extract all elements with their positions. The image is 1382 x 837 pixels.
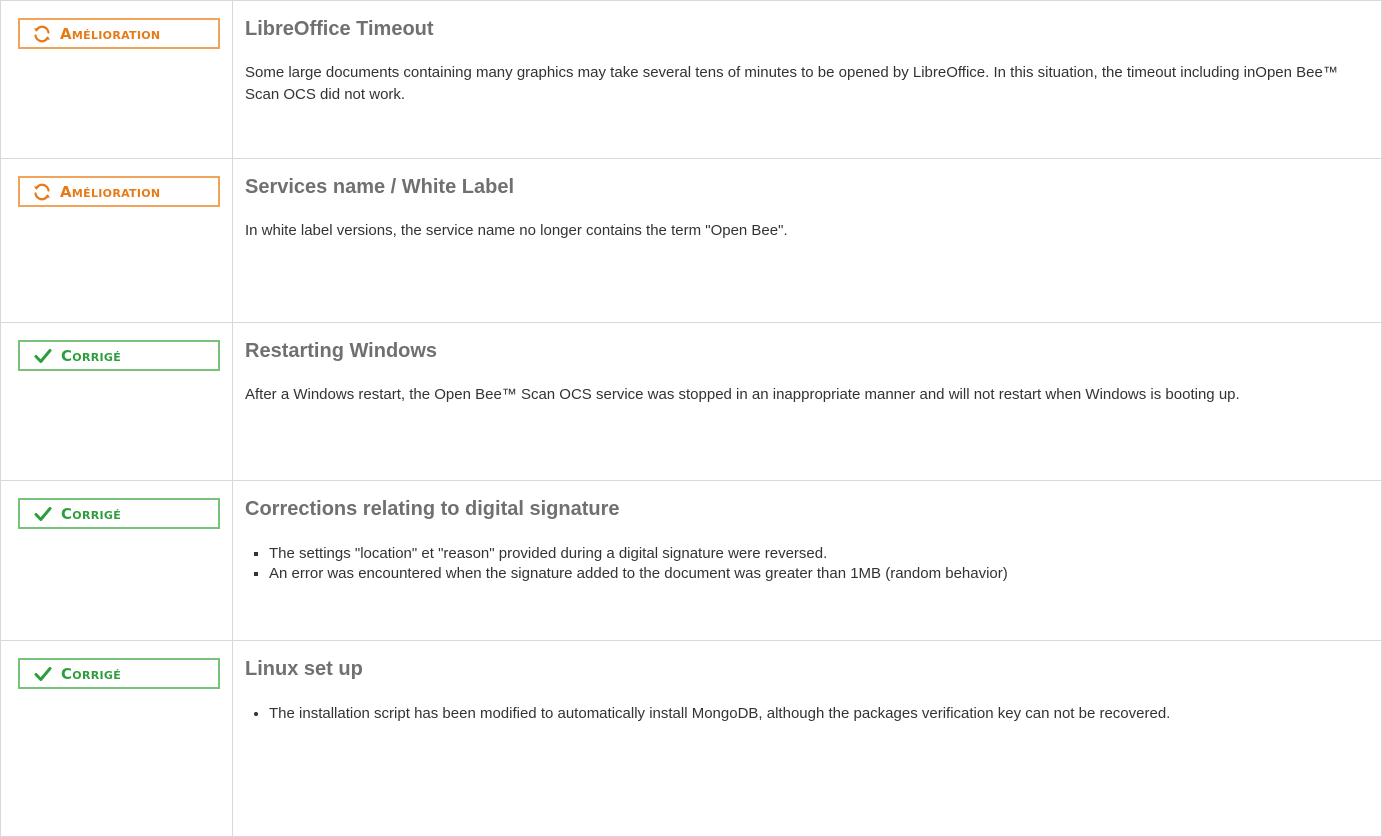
improvement-badge: Amélioration (18, 18, 220, 49)
release-note-row: Amélioration LibreOffice Timeout Some la… (0, 0, 1382, 159)
content-cell: Linux set up The installation script has… (232, 640, 1382, 837)
content-cell: Services name / White Label In white lab… (232, 158, 1382, 323)
refresh-icon (31, 23, 53, 45)
release-notes-table: Amélioration LibreOffice Timeout Some la… (0, 0, 1382, 837)
item-description: In white label versions, the service nam… (245, 222, 788, 239)
improvement-badge: Amélioration (18, 176, 220, 207)
release-note-row: Amélioration Services name / White Label… (0, 158, 1382, 323)
badge-label: Corrigé (61, 664, 122, 683)
content-cell: Corrections relating to digital signatur… (232, 480, 1382, 641)
item-title: Linux set up (245, 658, 363, 680)
badge-label: Corrigé (61, 504, 122, 523)
item-title: Restarting Windows (245, 340, 438, 362)
badge-cell: Amélioration (0, 0, 233, 159)
fixed-badge: Corrigé (18, 340, 220, 371)
badge-cell: Corrigé (0, 640, 233, 837)
item-title: LibreOffice Timeout (245, 18, 434, 40)
bullet-list: The installation script has been modifie… (245, 704, 1371, 724)
checkmark-icon (32, 345, 54, 367)
list-item: The installation script has been modifie… (269, 704, 1371, 724)
fixed-badge: Corrigé (18, 498, 220, 529)
badge-label: Corrigé (61, 346, 122, 365)
item-title: Corrections relating to digital signatur… (245, 498, 620, 520)
release-note-row: Corrigé Corrections relating to digital … (0, 480, 1382, 641)
list-item: The settings "location" et "reason" prov… (269, 544, 1371, 564)
badge-cell: Corrigé (0, 322, 233, 481)
content-cell: LibreOffice Timeout Some large documents… (232, 0, 1382, 159)
fixed-badge: Corrigé (18, 658, 220, 689)
badge-cell: Amélioration (0, 158, 233, 323)
item-description: Some large documents containing many gra… (245, 64, 1338, 103)
refresh-icon (31, 181, 53, 203)
release-note-row: Corrigé Restarting Windows After a Windo… (0, 322, 1382, 481)
checkmark-icon (32, 663, 54, 685)
badge-label: Amélioration (60, 24, 161, 43)
release-note-row: Corrigé Linux set up The installation sc… (0, 640, 1382, 837)
item-description: After a Windows restart, the Open Bee™ S… (245, 386, 1240, 403)
checkmark-icon (32, 503, 54, 525)
badge-cell: Corrigé (0, 480, 233, 641)
item-title: Services name / White Label (245, 176, 514, 198)
list-item: An error was encountered when the signat… (269, 564, 1371, 584)
content-cell: Restarting Windows After a Windows resta… (232, 322, 1382, 481)
bullet-list: The settings "location" et "reason" prov… (245, 544, 1371, 584)
badge-label: Amélioration (60, 182, 161, 201)
